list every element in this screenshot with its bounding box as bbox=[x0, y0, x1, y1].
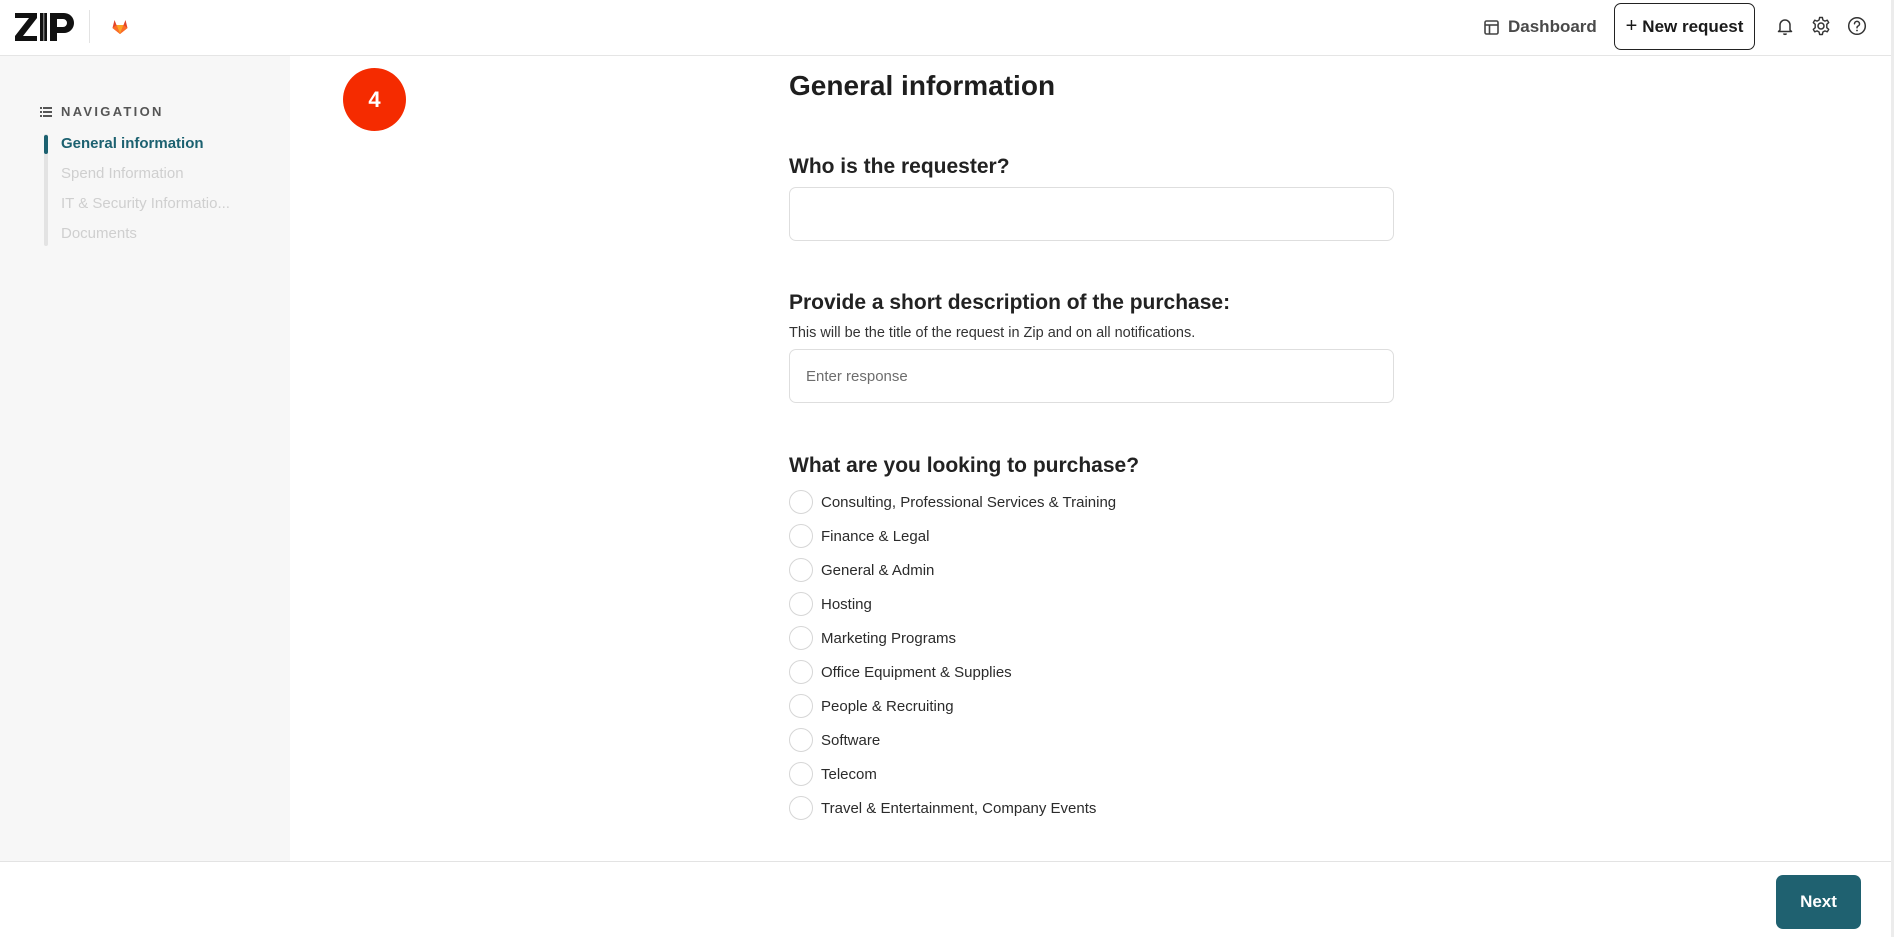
radio-button[interactable] bbox=[789, 762, 813, 786]
radio-option-label: Software bbox=[821, 731, 881, 749]
list-icon bbox=[40, 106, 52, 117]
next-button[interactable]: Next bbox=[1776, 875, 1861, 929]
radio-option-label: Hosting bbox=[821, 595, 872, 613]
help-icon[interactable] bbox=[1847, 16, 1867, 36]
footer-divider bbox=[0, 861, 1891, 862]
radio-option-hosting[interactable]: Hosting bbox=[789, 592, 872, 616]
sidebar-item-spend-information[interactable]: Spend Information bbox=[61, 165, 184, 182]
requester-input[interactable] bbox=[789, 187, 1394, 241]
radio-option-software[interactable]: Software bbox=[789, 728, 880, 752]
gear-icon[interactable] bbox=[1811, 16, 1831, 36]
radio-option-label: Finance & Legal bbox=[821, 527, 930, 545]
radio-button[interactable] bbox=[789, 490, 813, 514]
radio-option-finance-legal[interactable]: Finance & Legal bbox=[789, 524, 929, 548]
radio-option-people-recruiting[interactable]: People & Recruiting bbox=[789, 694, 954, 718]
dashboard-link[interactable]: Dashboard bbox=[1484, 15, 1597, 39]
radio-button[interactable] bbox=[789, 558, 813, 582]
radio-option-label: Telecom bbox=[821, 765, 877, 783]
radio-button[interactable] bbox=[789, 592, 813, 616]
radio-button[interactable] bbox=[789, 796, 813, 820]
purchase-type-label: What are you looking to purchase? bbox=[789, 454, 1140, 477]
radio-option-travel-entertainment[interactable]: Travel & Entertainment, Company Events bbox=[789, 796, 1096, 820]
top-header: Dashboard + New request bbox=[0, 0, 1891, 56]
description-input[interactable] bbox=[789, 349, 1394, 403]
dashboard-label: Dashboard bbox=[1508, 17, 1597, 36]
logo-divider bbox=[89, 10, 90, 43]
radio-option-telecom[interactable]: Telecom bbox=[789, 762, 877, 786]
zip-logo[interactable] bbox=[15, 13, 75, 41]
gitlab-icon bbox=[112, 20, 128, 34]
radio-option-label: Marketing Programs bbox=[821, 629, 957, 647]
radio-option-consulting[interactable]: Consulting, Professional Services & Trai… bbox=[789, 490, 1116, 514]
description-help-text: This will be the title of the request in… bbox=[789, 325, 1196, 341]
requester-label: Who is the requester? bbox=[789, 155, 1010, 178]
sidebar-item-documents[interactable]: Documents bbox=[61, 225, 137, 242]
nav-active-indicator bbox=[44, 135, 48, 154]
radio-button[interactable] bbox=[789, 524, 813, 548]
page-title: General information bbox=[789, 70, 1056, 101]
radio-option-marketing-programs[interactable]: Marketing Programs bbox=[789, 626, 956, 650]
radio-option-label: Travel & Entertainment, Company Events bbox=[821, 799, 1097, 817]
radio-button[interactable] bbox=[789, 694, 813, 718]
radio-option-label: Office Equipment & Supplies bbox=[821, 663, 1012, 681]
plus-icon: + bbox=[1625, 15, 1638, 37]
radio-option-general-admin[interactable]: General & Admin bbox=[789, 558, 934, 582]
radio-button[interactable] bbox=[789, 728, 813, 752]
bell-icon[interactable] bbox=[1775, 16, 1795, 36]
radio-option-label: General & Admin bbox=[821, 561, 935, 579]
dashboard-icon bbox=[1484, 19, 1499, 35]
navigation-heading-label: NAVIGATION bbox=[61, 104, 164, 119]
radio-option-label: People & Recruiting bbox=[821, 697, 954, 715]
radio-button[interactable] bbox=[789, 626, 813, 650]
step-badge: 4 bbox=[343, 68, 406, 131]
radio-button[interactable] bbox=[789, 660, 813, 684]
sidebar-item-general-information[interactable]: General information bbox=[61, 135, 204, 152]
radio-option-label: Consulting, Professional Services & Trai… bbox=[821, 493, 1117, 511]
new-request-label: New request bbox=[1642, 16, 1744, 36]
sidebar-item-it-security-information[interactable]: IT & Security Informatio... bbox=[61, 195, 230, 212]
description-label: Provide a short description of the purch… bbox=[789, 291, 1231, 314]
radio-option-office-equipment[interactable]: Office Equipment & Supplies bbox=[789, 660, 1012, 684]
new-request-button[interactable]: + New request bbox=[1614, 3, 1755, 50]
navigation-heading: NAVIGATION bbox=[40, 104, 164, 119]
